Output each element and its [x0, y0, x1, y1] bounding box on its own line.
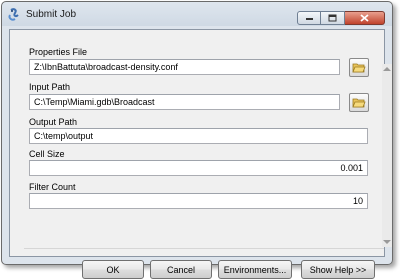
output-path-input[interactable]: C:\temp\output	[29, 128, 368, 144]
properties-file-browse-button[interactable]	[349, 58, 369, 77]
input-path-label: Input Path	[29, 82, 71, 92]
ok-button[interactable]: OK	[82, 260, 144, 279]
caption-buttons	[297, 11, 385, 25]
properties-file-input[interactable]: Z:\IbnBattuta\broadcast-density.conf	[29, 59, 340, 75]
maximize-icon	[328, 14, 337, 22]
cell-size-label: Cell Size	[29, 149, 65, 159]
close-icon	[360, 14, 369, 22]
cancel-button[interactable]: Cancel	[150, 260, 212, 279]
environments-button[interactable]: Environments...	[218, 260, 292, 279]
close-button[interactable]	[345, 11, 385, 25]
output-path-label: Output Path	[29, 117, 78, 127]
properties-file-label: Properties File	[29, 47, 88, 57]
cell-size-input[interactable]: 0.001	[29, 160, 368, 176]
input-path-input[interactable]: C:\Temp\Miami.gdb\Broadcast	[29, 94, 340, 110]
minimize-icon	[305, 18, 313, 20]
scroll-up-icon[interactable]	[383, 67, 391, 71]
show-help-button[interactable]: Show Help >>	[301, 260, 375, 279]
footer-separator	[24, 248, 384, 249]
scroll-down-icon[interactable]	[383, 240, 391, 244]
title-bar[interactable]: Submit Job	[2, 2, 392, 28]
dialog-body: Properties File Z:\IbnBattuta\broadcast-…	[9, 29, 392, 279]
vertical-scrollbar[interactable]	[382, 64, 392, 247]
open-folder-icon	[352, 98, 366, 107]
python-script-icon	[8, 8, 19, 21]
open-folder-icon	[352, 63, 366, 72]
filter-count-input[interactable]: 10	[29, 193, 368, 209]
maximize-button[interactable]	[321, 11, 345, 25]
input-path-browse-button[interactable]	[349, 93, 369, 112]
submit-job-dialog: Submit Job Properties File Z:\IbnBattuta…	[1, 1, 393, 279]
window-title: Submit Job	[26, 9, 77, 20]
filter-count-label: Filter Count	[29, 182, 76, 192]
minimize-button[interactable]	[297, 11, 321, 25]
